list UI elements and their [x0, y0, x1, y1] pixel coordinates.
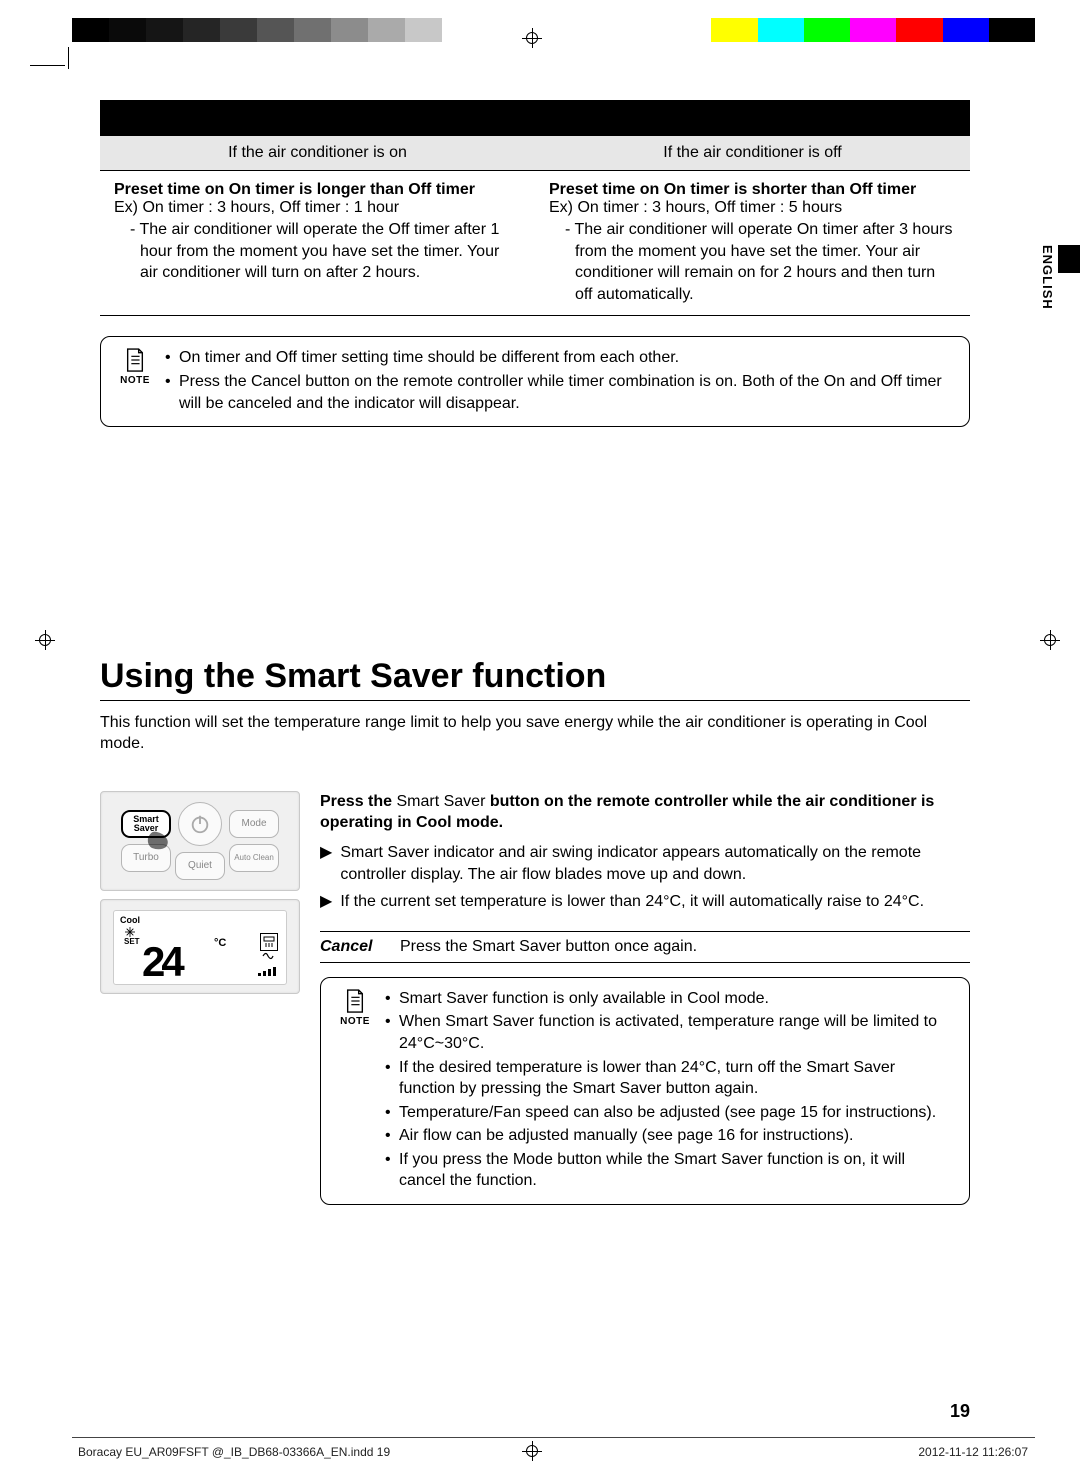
- fan-icon: [260, 950, 276, 962]
- cancel-row: Cancel Press the Smart Saver button once…: [320, 931, 970, 963]
- table-header-bar: [100, 100, 970, 136]
- note-bottom-item: When Smart Saver function is activated, …: [385, 1011, 955, 1054]
- instr-pre: Press the: [320, 793, 396, 810]
- lcd-display: Cool SET 24 °C: [113, 910, 287, 985]
- timer-right-cell: Preset time on On timer is shorter than …: [535, 171, 970, 315]
- auto-clean-button[interactable]: Auto Clean: [229, 844, 279, 872]
- crop-mark: [68, 47, 69, 69]
- section-title: Using the Smart Saver function: [100, 657, 970, 696]
- note-top-item: On timer and Off timer setting time shou…: [165, 347, 955, 369]
- note-label: NOTE: [340, 1016, 370, 1027]
- registration-mark-icon: [35, 630, 55, 650]
- fan-signal-icons: [258, 950, 278, 976]
- registration-mark-icon: [522, 1441, 542, 1461]
- note-top-item: Press the Cancel button on the remote co…: [165, 371, 955, 414]
- page-number: 19: [950, 1401, 970, 1422]
- note-page-icon: [344, 988, 366, 1014]
- left-example: Ex) On timer : 3 hours, Off timer : 1 ho…: [114, 199, 521, 217]
- mode-label: Mode: [241, 818, 266, 829]
- power-icon: [189, 813, 211, 835]
- note-box-top: NOTE On timer and Off timer setting time…: [100, 336, 970, 427]
- lcd-mode: Cool: [120, 915, 280, 925]
- registration-mark-icon: [522, 28, 542, 48]
- col-off-header: If the air conditioner is off: [535, 136, 970, 170]
- turbo-label: Turbo: [133, 852, 159, 863]
- instr-btn: Smart Saver: [396, 793, 485, 810]
- quiet-button[interactable]: Quiet: [175, 852, 225, 880]
- cancel-label: Cancel: [320, 938, 380, 956]
- instruction-item: Smart Saver indicator and air swing indi…: [340, 842, 970, 885]
- note-label: NOTE: [120, 375, 150, 386]
- note-bottom-item: If you press the Mode button while the S…: [385, 1149, 955, 1192]
- crop-mark: [30, 65, 65, 66]
- timer-left-cell: Preset time on On timer is longer than O…: [100, 171, 535, 315]
- lcd-unit: °C: [214, 937, 226, 949]
- right-title: Preset time on On timer is shorter than …: [549, 181, 956, 199]
- lcd-set-label: SET: [124, 937, 140, 946]
- language-tab: ENGLISH: [1058, 245, 1080, 615]
- registration-mark-icon: [1040, 630, 1060, 650]
- instruction-heading: Press the Smart Saver button on the remo…: [320, 791, 970, 834]
- air-swing-icon: [260, 933, 278, 951]
- auto-clean-label: Auto Clean: [234, 854, 274, 862]
- footer-timestamp: 2012-11-12 11:26:07: [918, 1445, 1028, 1459]
- section-intro: This function will set the temperature r…: [100, 713, 970, 755]
- pointing-hand-icon: [142, 826, 172, 851]
- note-bottom-item: Temperature/Fan speed can also be adjust…: [385, 1102, 955, 1124]
- triangle-bullet-icon: ▶: [320, 891, 332, 913]
- instruction-item: If the current set temperature is lower …: [340, 891, 924, 913]
- quiet-label: Quiet: [188, 860, 212, 871]
- note-bottom-item: Smart Saver function is only available i…: [385, 988, 955, 1010]
- snowflake-icon: [124, 927, 136, 937]
- right-example: Ex) On timer : 3 hours, Off timer : 5 ho…: [549, 199, 956, 217]
- lcd-temperature: 24: [142, 938, 181, 986]
- note-bottom-item: Air flow can be adjusted manually (see p…: [385, 1125, 955, 1147]
- power-button[interactable]: [178, 802, 222, 846]
- right-body: - The air conditioner will operate On ti…: [549, 219, 956, 305]
- note-box-bottom: NOTE Smart Saver function is only availa…: [320, 977, 970, 1205]
- footer-rule: [72, 1437, 1035, 1438]
- instruction-list: ▶Smart Saver indicator and air swing ind…: [320, 842, 970, 913]
- mode-button[interactable]: Mode: [229, 810, 279, 838]
- printer-color-bars: [72, 18, 1035, 42]
- smart-saver-button[interactable]: Smart Saver: [121, 810, 171, 838]
- left-title: Preset time on On timer is longer than O…: [114, 181, 521, 199]
- note-bottom-item: If the desired temperature is lower than…: [385, 1057, 955, 1100]
- remote-display-panel: Cool SET 24 °C: [100, 899, 300, 994]
- language-tab-label: ENGLISH: [1040, 245, 1055, 310]
- cancel-text: Press the Smart Saver button once again.: [400, 938, 697, 956]
- col-on-header: If the air conditioner is on: [100, 136, 535, 170]
- signal-bars-icon: [258, 966, 278, 976]
- note-page-icon: [124, 347, 146, 373]
- remote-buttons-panel: Smart Saver Turbo Quiet Mode Auto Clean: [100, 791, 300, 891]
- triangle-bullet-icon: ▶: [320, 842, 332, 885]
- left-body: - The air conditioner will operate the O…: [114, 219, 521, 284]
- timer-table: If the air conditioner is on If the air …: [100, 100, 970, 316]
- footer-file: Boracay EU_AR09FSFT @_IB_DB68-03366A_EN.…: [78, 1445, 390, 1459]
